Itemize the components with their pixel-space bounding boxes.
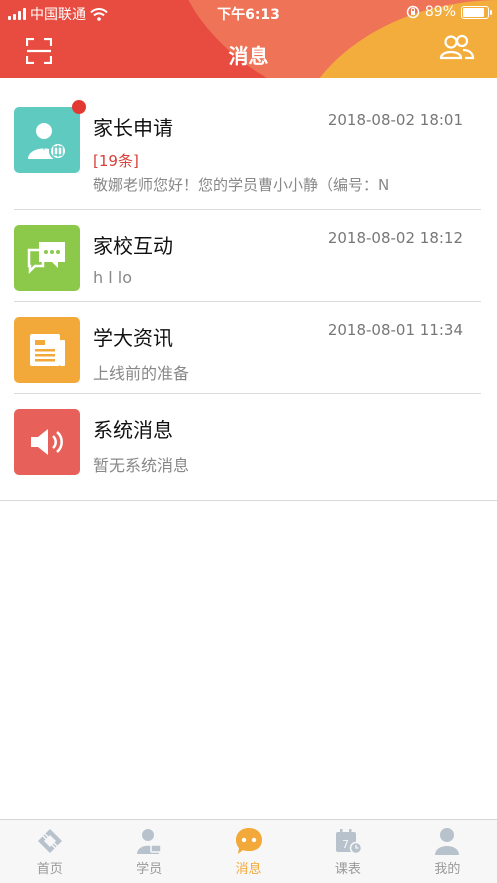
orientation-lock-icon [406,5,420,19]
message-preview: 敬娜老师您好！您的学员曹小小静（编号：N [93,176,390,194]
message-item-parent-application[interactable]: 家长申请 2018-08-02 18:01 [19条] 敬娜老师您好！您的学员曹… [0,92,497,210]
message-time: 2018-08-02 18:12 [327,229,463,247]
chat-bubbles-icon [14,225,80,291]
message-preview: 上线前的准备 [93,364,190,383]
student-icon [137,829,162,854]
tab-label: 我的 [434,862,461,877]
message-title: 家长申请 [93,116,173,140]
battery-icon [461,5,492,19]
battery-percent: 89% [424,4,456,20]
tab-home[interactable]: 首页 [0,820,99,883]
tab-student[interactable]: 学员 [99,820,198,883]
message-icon [235,828,262,854]
message-item-home-school[interactable]: 家校互动 2018-08-02 18:12 h l lo [0,210,497,302]
app-header: 中国联通 下午6:13 89% 消息 [0,0,497,78]
message-item-news[interactable]: 学大资讯 2018-08-01 11:34 上线前的准备 [0,302,497,394]
page-title: 消息 [228,44,269,68]
profile-icon [435,828,460,855]
message-preview: h l lo [93,268,132,287]
tab-label: 学员 [136,862,163,877]
message-count: [19条] [93,152,139,170]
speaker-icon [14,409,80,475]
message-title: 系统消息 [93,418,173,442]
svg-text:7: 7 [342,838,349,851]
unread-badge [72,100,86,114]
home-icon [37,829,62,853]
message-title: 家校互动 [93,234,173,258]
message-title: 学大资讯 [93,326,173,350]
tab-bar: 首页 学员 消息 7 课表 我的 [0,819,497,883]
tab-label: 首页 [36,862,63,877]
schedule-icon: 7 [335,829,363,855]
tab-schedule[interactable]: 7 课表 [298,820,397,883]
message-time: 2018-08-01 11:34 [327,321,463,339]
tab-profile[interactable]: 我的 [398,820,497,883]
status-bar: 中国联通 下午6:13 89% [0,0,497,26]
contacts-icon[interactable] [439,34,475,60]
message-time: 2018-08-02 18:01 [327,111,463,129]
message-preview: 暂无系统消息 [93,456,190,475]
message-item-system[interactable]: 系统消息 暂无系统消息 [0,394,497,486]
news-icon [14,317,80,383]
tab-label: 消息 [235,862,262,877]
divider [0,500,497,501]
parent-application-icon [14,107,80,173]
message-list: 家长申请 2018-08-02 18:01 [19条] 敬娜老师您好！您的学员曹… [0,92,497,486]
tab-label: 课表 [334,862,361,877]
tab-message[interactable]: 消息 [199,820,298,883]
